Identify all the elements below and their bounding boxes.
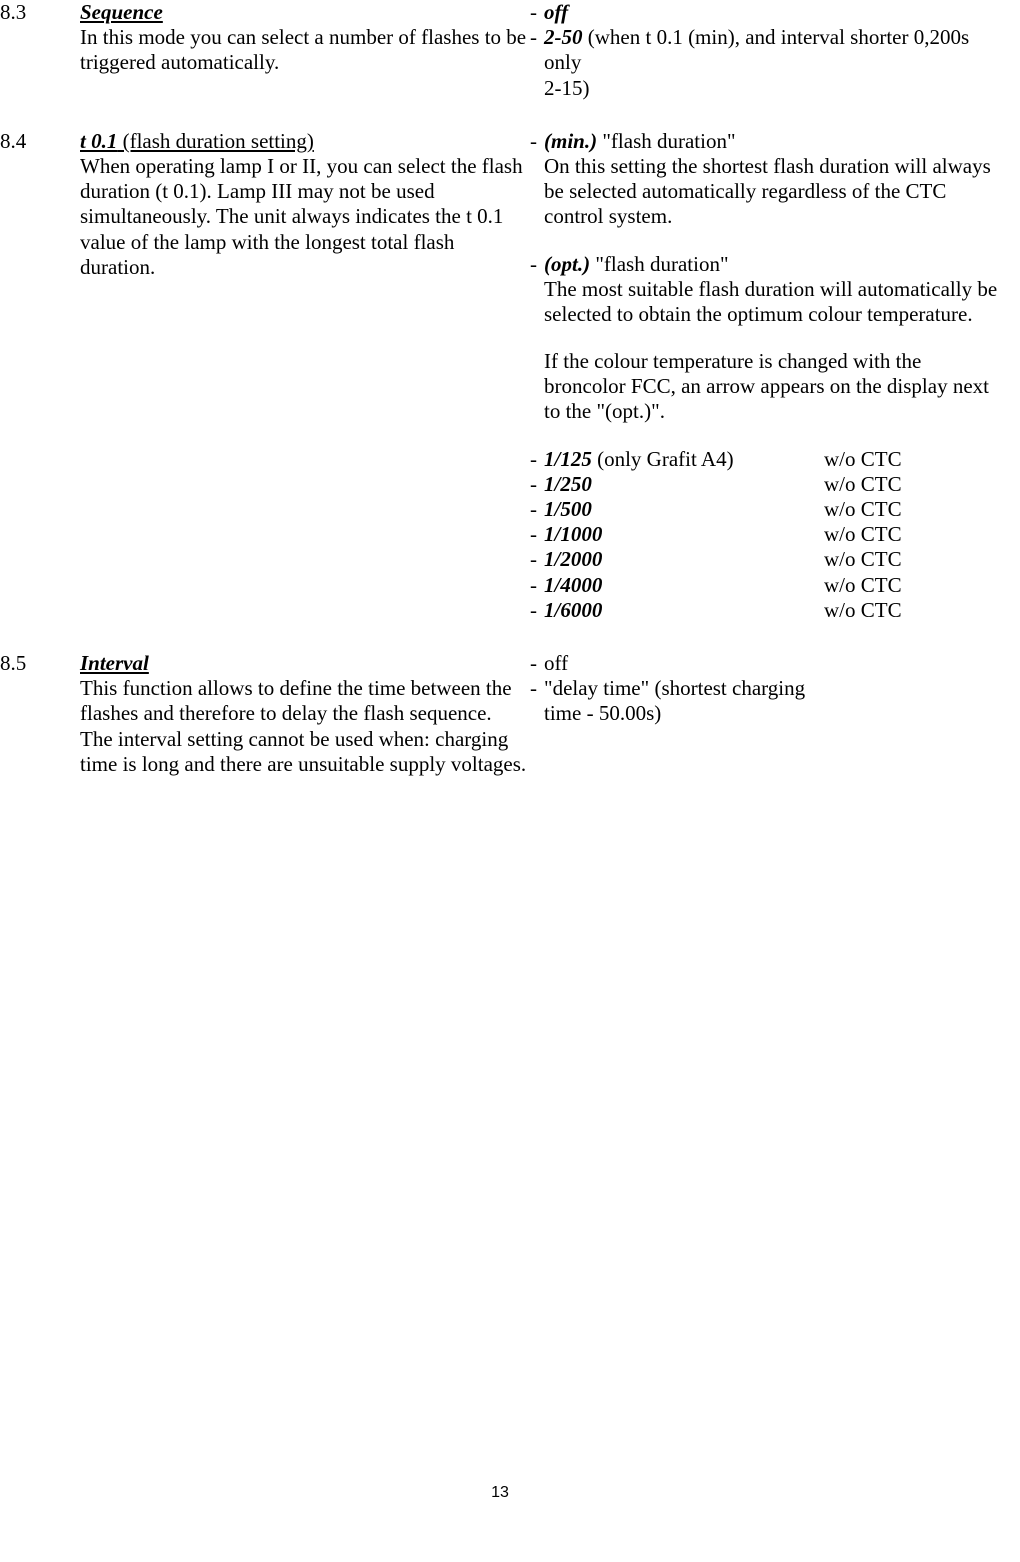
speed-ctc: w/o CTC [824,472,1000,497]
dash: - [530,447,544,472]
dash: - [530,25,544,101]
value-range: 2-50 [544,25,583,49]
list-item: -1/2000 w/o CTC [530,547,1000,572]
section-8-4: 8.4 t 0.1 (flash duration setting) When … [0,129,1000,623]
delay-line-1: "delay time" (shortest charging [544,676,805,700]
min-desc: On this setting the shortest flash durat… [544,154,1000,230]
right-column: - (min.) "flash duration" On this settin… [530,129,1000,623]
list-item: -1/6000 w/o CTC [530,598,1000,623]
left-column: t 0.1 (flash duration setting) When oper… [80,129,530,623]
list-item: - "delay time" (shortest charging time -… [530,676,1000,726]
speed-value: 1/250 [544,472,592,496]
section-title: Interval [80,651,149,675]
speed-list: -1/125 (only Grafit A4)w/o CTC-1/250w/o … [530,447,1000,623]
list-item: -1/250 w/o CTC [530,472,1000,497]
speed-ctc: w/o CTC [824,547,1000,572]
speed-ctc: w/o CTC [824,522,1000,547]
list-item: - off [530,651,1000,676]
list-item: - (min.) "flash duration" On this settin… [530,129,1000,230]
speed-note: (only Grafit A4) [592,447,734,471]
list-item: - off [530,0,1000,25]
value-desc: (when t 0.1 (min), and interval shorter … [544,25,969,74]
value-off: off [544,0,568,24]
left-column: Sequence In this mode you can select a n… [80,0,530,101]
list-item: -1/500 w/o CTC [530,497,1000,522]
section-title-bold: t 0.1 [80,129,117,153]
speed-ctc: w/o CTC [824,573,1000,598]
opt-label: (opt.) [544,252,590,276]
section-title: Sequence [80,0,163,24]
right-column: - off - "delay time" (shortest charging … [530,651,1000,777]
list-item: -1/1000 w/o CTC [530,522,1000,547]
dash: - [530,472,544,497]
dash: - [530,676,544,726]
dash: - [530,547,544,572]
dash: - [530,252,544,425]
speed-ctc: w/o CTC [824,598,1000,623]
section-body-1: This function allows to define the time … [80,676,530,726]
list-item: -1/125 (only Grafit A4) w/o CTC [530,447,1000,472]
opt-desc-2: If the colour temperature is changed wit… [544,349,1000,425]
page-number: 13 [0,1483,1000,1502]
speed-value: 1/125 [544,447,592,471]
value-desc-cont: 2-15) [544,76,590,100]
dash: - [530,129,544,230]
value-off: off [544,651,1000,676]
speed-value: 1/2000 [544,547,602,571]
speed-value: 1/6000 [544,598,602,622]
section-number: 8.4 [0,129,80,623]
min-quote: "flash duration" [597,129,735,153]
section-number: 8.3 [0,0,80,101]
dash: - [530,651,544,676]
list-item: - 2-50 (when t 0.1 (min), and interval s… [530,25,1000,101]
list-item: -1/4000 w/o CTC [530,573,1000,598]
dash: - [530,573,544,598]
section-number: 8.5 [0,651,80,777]
speed-value: 1/1000 [544,522,602,546]
section-8-5: 8.5 Interval This function allows to def… [0,651,1000,777]
speed-ctc: w/o CTC [824,497,1000,522]
opt-desc-1: The most suitable flash duration will au… [544,277,1000,327]
opt-quote: "flash duration" [590,252,728,276]
left-column: Interval This function allows to define … [80,651,530,777]
section-title-rest: (flash duration setting) [117,129,314,153]
section-body: In this mode you can select a number of … [80,25,530,75]
speed-ctc: w/o CTC [824,447,1000,472]
section-8-3: 8.3 Sequence In this mode you can select… [0,0,1000,101]
dash: - [530,0,544,25]
right-column: - off - 2-50 (when t 0.1 (min), and inte… [530,0,1000,101]
delay-line-2: time - 50.00s) [544,701,661,725]
dash: - [530,522,544,547]
speed-value: 1/500 [544,497,592,521]
speed-value: 1/4000 [544,573,602,597]
dash: - [530,598,544,623]
min-label: (min.) [544,129,597,153]
section-body-2: The interval setting cannot be used when… [80,727,530,777]
list-item: - (opt.) "flash duration" The most suita… [530,252,1000,425]
section-body: When operating lamp I or II, you can sel… [80,154,530,280]
dash: - [530,497,544,522]
